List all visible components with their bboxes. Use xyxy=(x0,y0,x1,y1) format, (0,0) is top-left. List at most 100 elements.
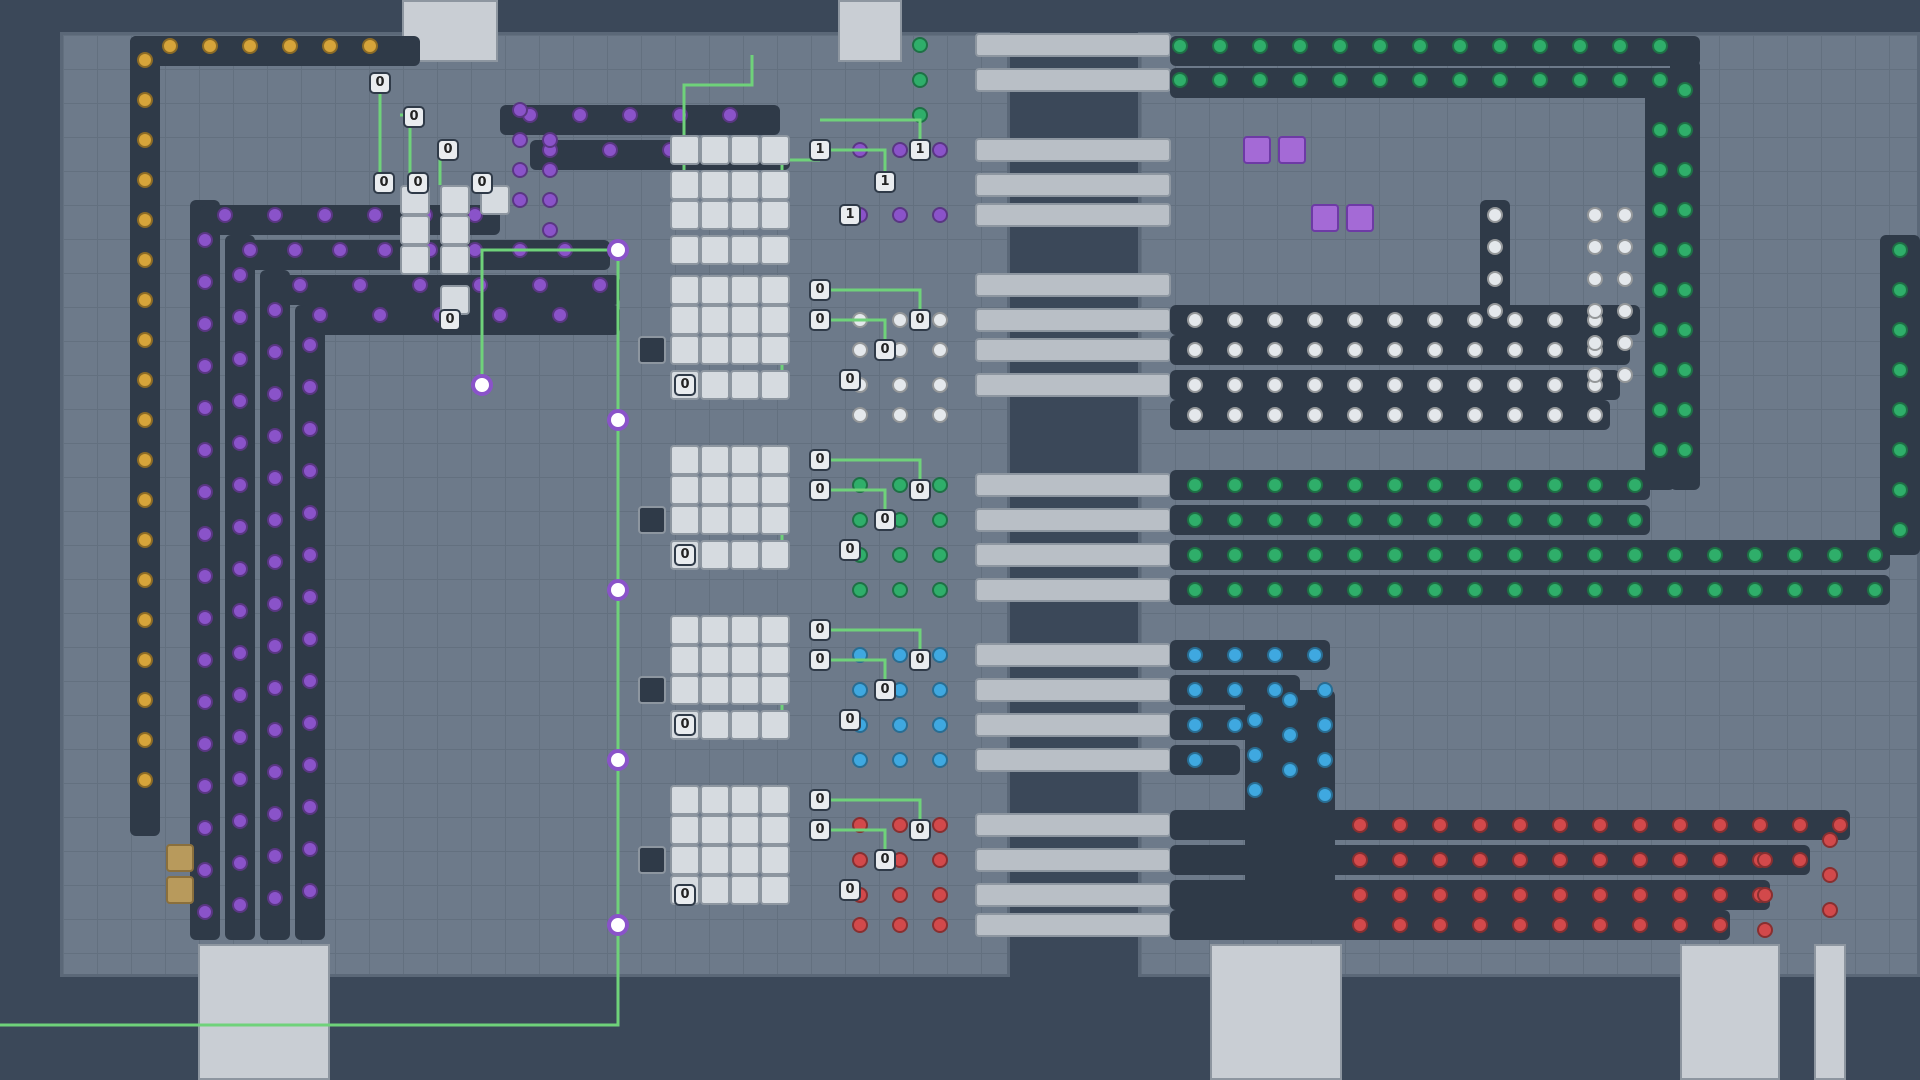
logic-gate-icon[interactable] xyxy=(730,675,760,705)
logic-gate-icon[interactable] xyxy=(760,305,790,335)
logic-gate-icon[interactable] xyxy=(700,785,730,815)
signal-antenna-icon[interactable] xyxy=(638,506,666,534)
logic-gate-icon[interactable] xyxy=(760,785,790,815)
logic-gate-icon[interactable] xyxy=(730,445,760,475)
logic-gate-icon[interactable] xyxy=(730,370,760,400)
logic-gate-icon[interactable] xyxy=(760,275,790,305)
logic-gate-icon[interactable] xyxy=(730,540,760,570)
logic-gate-icon[interactable] xyxy=(730,710,760,740)
logic-gate-icon[interactable] xyxy=(700,275,730,305)
logic-gate-icon[interactable] xyxy=(700,135,730,165)
logic-gate-icon[interactable] xyxy=(730,170,760,200)
logic-gate-icon[interactable] xyxy=(607,239,629,261)
logic-gate-icon[interactable] xyxy=(670,305,700,335)
logic-gate-icon[interactable] xyxy=(670,170,700,200)
logic-gate-icon[interactable] xyxy=(760,645,790,675)
logic-gate-icon[interactable] xyxy=(670,675,700,705)
logic-gate-icon[interactable] xyxy=(670,505,700,535)
logic-gate-icon[interactable] xyxy=(670,235,700,265)
building-splitter[interactable] xyxy=(440,245,470,275)
signal-antenna-icon[interactable] xyxy=(638,846,666,874)
logic-gate-icon[interactable] xyxy=(760,235,790,265)
building-splitter[interactable] xyxy=(440,185,470,215)
logic-gate-icon[interactable] xyxy=(700,710,730,740)
logic-gate-icon[interactable] xyxy=(760,615,790,645)
logic-gate-icon[interactable] xyxy=(700,335,730,365)
logic-gate-icon[interactable] xyxy=(760,505,790,535)
logic-gate-icon[interactable] xyxy=(760,170,790,200)
logic-gate-icon[interactable] xyxy=(700,675,730,705)
signal-antenna-icon[interactable] xyxy=(638,336,666,364)
logic-gate-icon[interactable] xyxy=(700,370,730,400)
logic-gate-icon[interactable] xyxy=(670,135,700,165)
logic-gate-icon[interactable] xyxy=(760,845,790,875)
factory-map[interactable]: 00000001111000000000000000000000000 xyxy=(0,0,1920,1080)
logic-gate-icon[interactable] xyxy=(670,200,700,230)
signal-wire-network xyxy=(0,55,922,1027)
building-splitter[interactable] xyxy=(400,215,430,245)
signal-display: 0 xyxy=(909,819,931,841)
logic-gate-icon[interactable] xyxy=(730,275,760,305)
logic-gate-icon[interactable] xyxy=(700,645,730,675)
logic-gate-icon[interactable] xyxy=(760,675,790,705)
logic-gate-icon[interactable] xyxy=(607,579,629,601)
logic-gate-icon[interactable] xyxy=(730,475,760,505)
logic-gate-icon[interactable] xyxy=(730,845,760,875)
logic-gate-icon[interactable] xyxy=(670,645,700,675)
logic-gate-icon[interactable] xyxy=(670,275,700,305)
logic-gate-icon[interactable] xyxy=(670,335,700,365)
logic-gate-icon[interactable] xyxy=(730,875,760,905)
logic-gate-icon[interactable] xyxy=(760,815,790,845)
logic-gate-icon[interactable] xyxy=(670,815,700,845)
building-splitter[interactable] xyxy=(400,245,430,275)
logic-gate-icon[interactable] xyxy=(730,505,760,535)
lightning-shape-icon xyxy=(166,876,194,904)
logic-gate-icon[interactable] xyxy=(760,335,790,365)
logic-gate-icon[interactable] xyxy=(670,615,700,645)
building-splitter[interactable] xyxy=(440,215,470,245)
logic-gate-icon[interactable] xyxy=(760,135,790,165)
logic-gate-icon[interactable] xyxy=(670,785,700,815)
logic-gate-icon[interactable] xyxy=(700,445,730,475)
signal-antenna-icon[interactable] xyxy=(638,676,666,704)
logic-gate-icon[interactable] xyxy=(700,200,730,230)
logic-gate-icon[interactable] xyxy=(760,540,790,570)
signal-display: 0 xyxy=(809,619,831,641)
logic-gate-icon[interactable] xyxy=(760,875,790,905)
logic-gate-icon[interactable] xyxy=(700,170,730,200)
logic-gate-icon[interactable] xyxy=(730,235,760,265)
logic-gate-icon[interactable] xyxy=(730,815,760,845)
logic-gate-icon[interactable] xyxy=(700,875,730,905)
logic-gate-icon[interactable] xyxy=(730,645,760,675)
signal-display: 0 xyxy=(437,139,459,161)
logic-gate-icon[interactable] xyxy=(607,914,629,936)
logic-gate-icon[interactable] xyxy=(730,200,760,230)
logic-gate-icon[interactable] xyxy=(700,475,730,505)
logic-gate-icon[interactable] xyxy=(670,445,700,475)
logic-gate-icon[interactable] xyxy=(700,305,730,335)
logic-gate-icon[interactable] xyxy=(700,505,730,535)
logic-gate-icon[interactable] xyxy=(760,475,790,505)
signal-display: 0 xyxy=(809,279,831,301)
signal-display: 0 xyxy=(471,172,493,194)
logic-gate-icon[interactable] xyxy=(670,475,700,505)
logic-gate-icon[interactable] xyxy=(670,845,700,875)
logic-gate-icon[interactable] xyxy=(700,615,730,645)
logic-gate-icon[interactable] xyxy=(700,815,730,845)
logic-gate-icon[interactable] xyxy=(607,749,629,771)
logic-gate-icon[interactable] xyxy=(730,615,760,645)
logic-gate-icon[interactable] xyxy=(760,710,790,740)
hexagon-shape-icon xyxy=(1346,204,1374,232)
logic-gate-icon[interactable] xyxy=(760,200,790,230)
logic-gate-icon[interactable] xyxy=(607,409,629,431)
logic-gate-icon[interactable] xyxy=(730,335,760,365)
logic-gate-icon[interactable] xyxy=(730,785,760,815)
logic-gate-icon[interactable] xyxy=(700,540,730,570)
logic-gate-icon[interactable] xyxy=(700,845,730,875)
logic-gate-icon[interactable] xyxy=(730,305,760,335)
logic-gate-icon[interactable] xyxy=(760,370,790,400)
logic-gate-icon[interactable] xyxy=(730,135,760,165)
logic-gate-icon[interactable] xyxy=(471,374,493,396)
logic-gate-icon[interactable] xyxy=(760,445,790,475)
logic-gate-icon[interactable] xyxy=(700,235,730,265)
